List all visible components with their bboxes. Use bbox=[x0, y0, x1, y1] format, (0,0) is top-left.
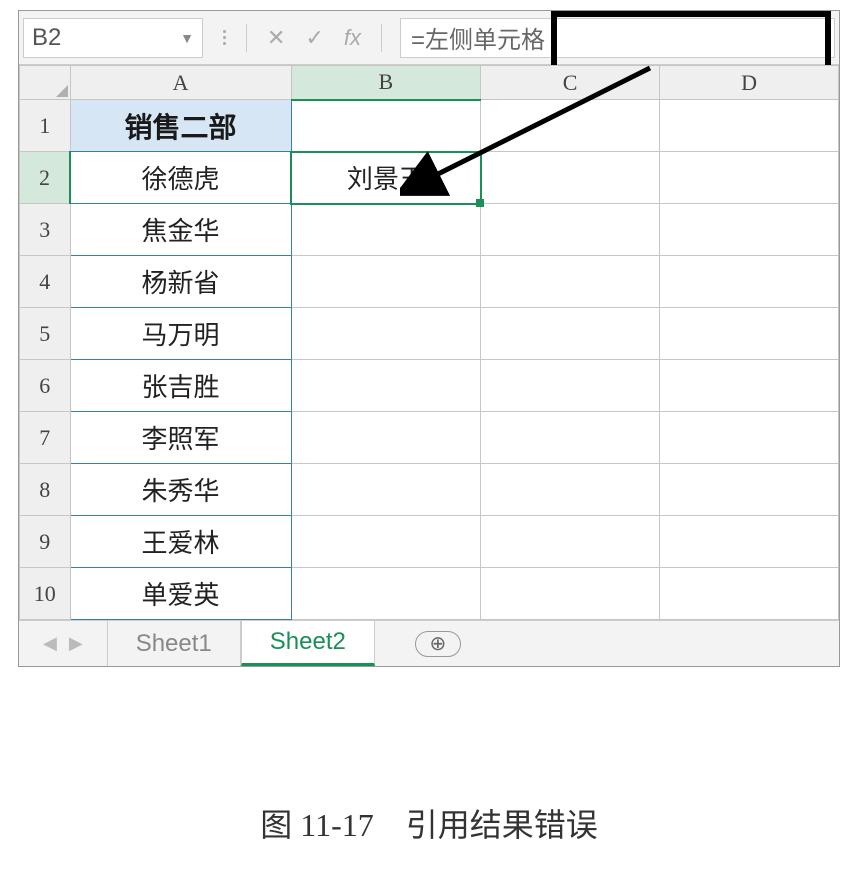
cell-B5[interactable] bbox=[291, 308, 480, 360]
tab-sheet2[interactable]: Sheet2 bbox=[241, 621, 375, 666]
cell-D5[interactable] bbox=[660, 308, 839, 360]
formula-text: =左侧单元格 bbox=[411, 20, 545, 55]
table-row: 6 张吉胜 bbox=[20, 360, 839, 412]
cell-D10[interactable] bbox=[660, 568, 839, 620]
cell-A1[interactable]: 销售二部 bbox=[70, 100, 291, 152]
cell-C9[interactable] bbox=[481, 516, 660, 568]
cell-C5[interactable] bbox=[481, 308, 660, 360]
cell-B7[interactable] bbox=[291, 412, 480, 464]
tab-sheet1[interactable]: Sheet1 bbox=[107, 621, 241, 666]
cell-B10[interactable] bbox=[291, 568, 480, 620]
cell-C10[interactable] bbox=[481, 568, 660, 620]
cell-C6[interactable] bbox=[481, 360, 660, 412]
table-row: 8 朱秀华 bbox=[20, 464, 839, 516]
row-header[interactable]: 3 bbox=[20, 204, 71, 256]
divider bbox=[381, 24, 382, 52]
confirm-icon[interactable]: ✓ bbox=[305, 25, 323, 51]
plus-icon: ⊕ bbox=[429, 631, 446, 656]
column-header-row: A B C D bbox=[20, 66, 839, 100]
cell-C1[interactable] bbox=[481, 100, 660, 152]
row-header[interactable]: 1 bbox=[20, 100, 71, 152]
figure-caption: 图 11-17 引用结果错误 bbox=[0, 800, 858, 846]
table-row: 7 李照军 bbox=[20, 412, 839, 464]
row-header[interactable]: 9 bbox=[20, 516, 71, 568]
cancel-icon[interactable]: ✕ bbox=[267, 25, 285, 51]
name-box-value: B2 bbox=[32, 24, 61, 52]
row-header[interactable]: 5 bbox=[20, 308, 71, 360]
table-row: 10 单爱英 bbox=[20, 568, 839, 620]
row-header[interactable]: 8 bbox=[20, 464, 71, 516]
dropdown-icon: ▼ bbox=[180, 30, 194, 46]
column-header[interactable]: D bbox=[660, 66, 839, 100]
new-sheet-button[interactable]: ⊕ bbox=[415, 631, 461, 657]
table-row: 2 徐德虎 刘景玉 bbox=[20, 152, 839, 204]
tab-nav: ◀ ▶ bbox=[19, 633, 107, 654]
cell-C2[interactable] bbox=[481, 152, 660, 204]
cell-D9[interactable] bbox=[660, 516, 839, 568]
cell-A6[interactable]: 张吉胜 bbox=[70, 360, 291, 412]
cell-D4[interactable] bbox=[660, 256, 839, 308]
fx-icon[interactable]: fx bbox=[344, 25, 361, 51]
cell-A3[interactable]: 焦金华 bbox=[70, 204, 291, 256]
cell-D3[interactable] bbox=[660, 204, 839, 256]
cell-D6[interactable] bbox=[660, 360, 839, 412]
cell-B1[interactable] bbox=[291, 100, 480, 152]
cell-C3[interactable] bbox=[481, 204, 660, 256]
cell-D7[interactable] bbox=[660, 412, 839, 464]
cell-A9[interactable]: 王爱林 bbox=[70, 516, 291, 568]
grid-area: A B C D 1 销售二部 2 徐德虎 刘景玉 3 焦金华 bbox=[19, 65, 839, 620]
column-header[interactable]: A bbox=[70, 66, 291, 100]
formula-input[interactable]: =左侧单元格 bbox=[400, 18, 835, 58]
nav-prev-icon[interactable]: ◀ bbox=[43, 633, 57, 654]
nav-next-icon[interactable]: ▶ bbox=[69, 633, 83, 654]
resize-handle-icon[interactable] bbox=[223, 30, 226, 45]
cell-A7[interactable]: 李照军 bbox=[70, 412, 291, 464]
row-header[interactable]: 2 bbox=[20, 152, 71, 204]
cell-A4[interactable]: 杨新省 bbox=[70, 256, 291, 308]
table-row: 3 焦金华 bbox=[20, 204, 839, 256]
cell-D8[interactable] bbox=[660, 464, 839, 516]
cell-A2[interactable]: 徐德虎 bbox=[70, 152, 291, 204]
cell-B9[interactable] bbox=[291, 516, 480, 568]
row-header[interactable]: 10 bbox=[20, 568, 71, 620]
cell-B4[interactable] bbox=[291, 256, 480, 308]
cell-C8[interactable] bbox=[481, 464, 660, 516]
row-header[interactable]: 6 bbox=[20, 360, 71, 412]
spreadsheet-app: B2 ▼ ✕ ✓ fx =左侧单元格 A bbox=[18, 10, 840, 667]
cell-C7[interactable] bbox=[481, 412, 660, 464]
row-header[interactable]: 4 bbox=[20, 256, 71, 308]
cell-D1[interactable] bbox=[660, 100, 839, 152]
sheet-tabs-bar: ◀ ▶ Sheet1 Sheet2 ⊕ bbox=[19, 620, 839, 666]
cell-A8[interactable]: 朱秀华 bbox=[70, 464, 291, 516]
cell-C4[interactable] bbox=[481, 256, 660, 308]
table-row: 9 王爱林 bbox=[20, 516, 839, 568]
select-all-button[interactable] bbox=[20, 66, 71, 100]
table-row: 5 马万明 bbox=[20, 308, 839, 360]
cell-B2[interactable]: 刘景玉 bbox=[291, 152, 480, 204]
row-header[interactable]: 7 bbox=[20, 412, 71, 464]
column-header[interactable]: B bbox=[291, 66, 480, 100]
cell-A10[interactable]: 单爱英 bbox=[70, 568, 291, 620]
name-box[interactable]: B2 ▼ bbox=[23, 18, 203, 58]
column-header[interactable]: C bbox=[481, 66, 660, 100]
cell-B3[interactable] bbox=[291, 204, 480, 256]
formula-bar: B2 ▼ ✕ ✓ fx =左侧单元格 bbox=[19, 11, 839, 65]
cell-D2[interactable] bbox=[660, 152, 839, 204]
cell-B6[interactable] bbox=[291, 360, 480, 412]
spreadsheet-grid[interactable]: A B C D 1 销售二部 2 徐德虎 刘景玉 3 焦金华 bbox=[19, 65, 839, 620]
cell-B8[interactable] bbox=[291, 464, 480, 516]
table-row: 1 销售二部 bbox=[20, 100, 839, 152]
divider bbox=[246, 24, 247, 52]
cell-A5[interactable]: 马万明 bbox=[70, 308, 291, 360]
formula-bar-controls: ✕ ✓ fx bbox=[215, 24, 390, 52]
table-row: 4 杨新省 bbox=[20, 256, 839, 308]
